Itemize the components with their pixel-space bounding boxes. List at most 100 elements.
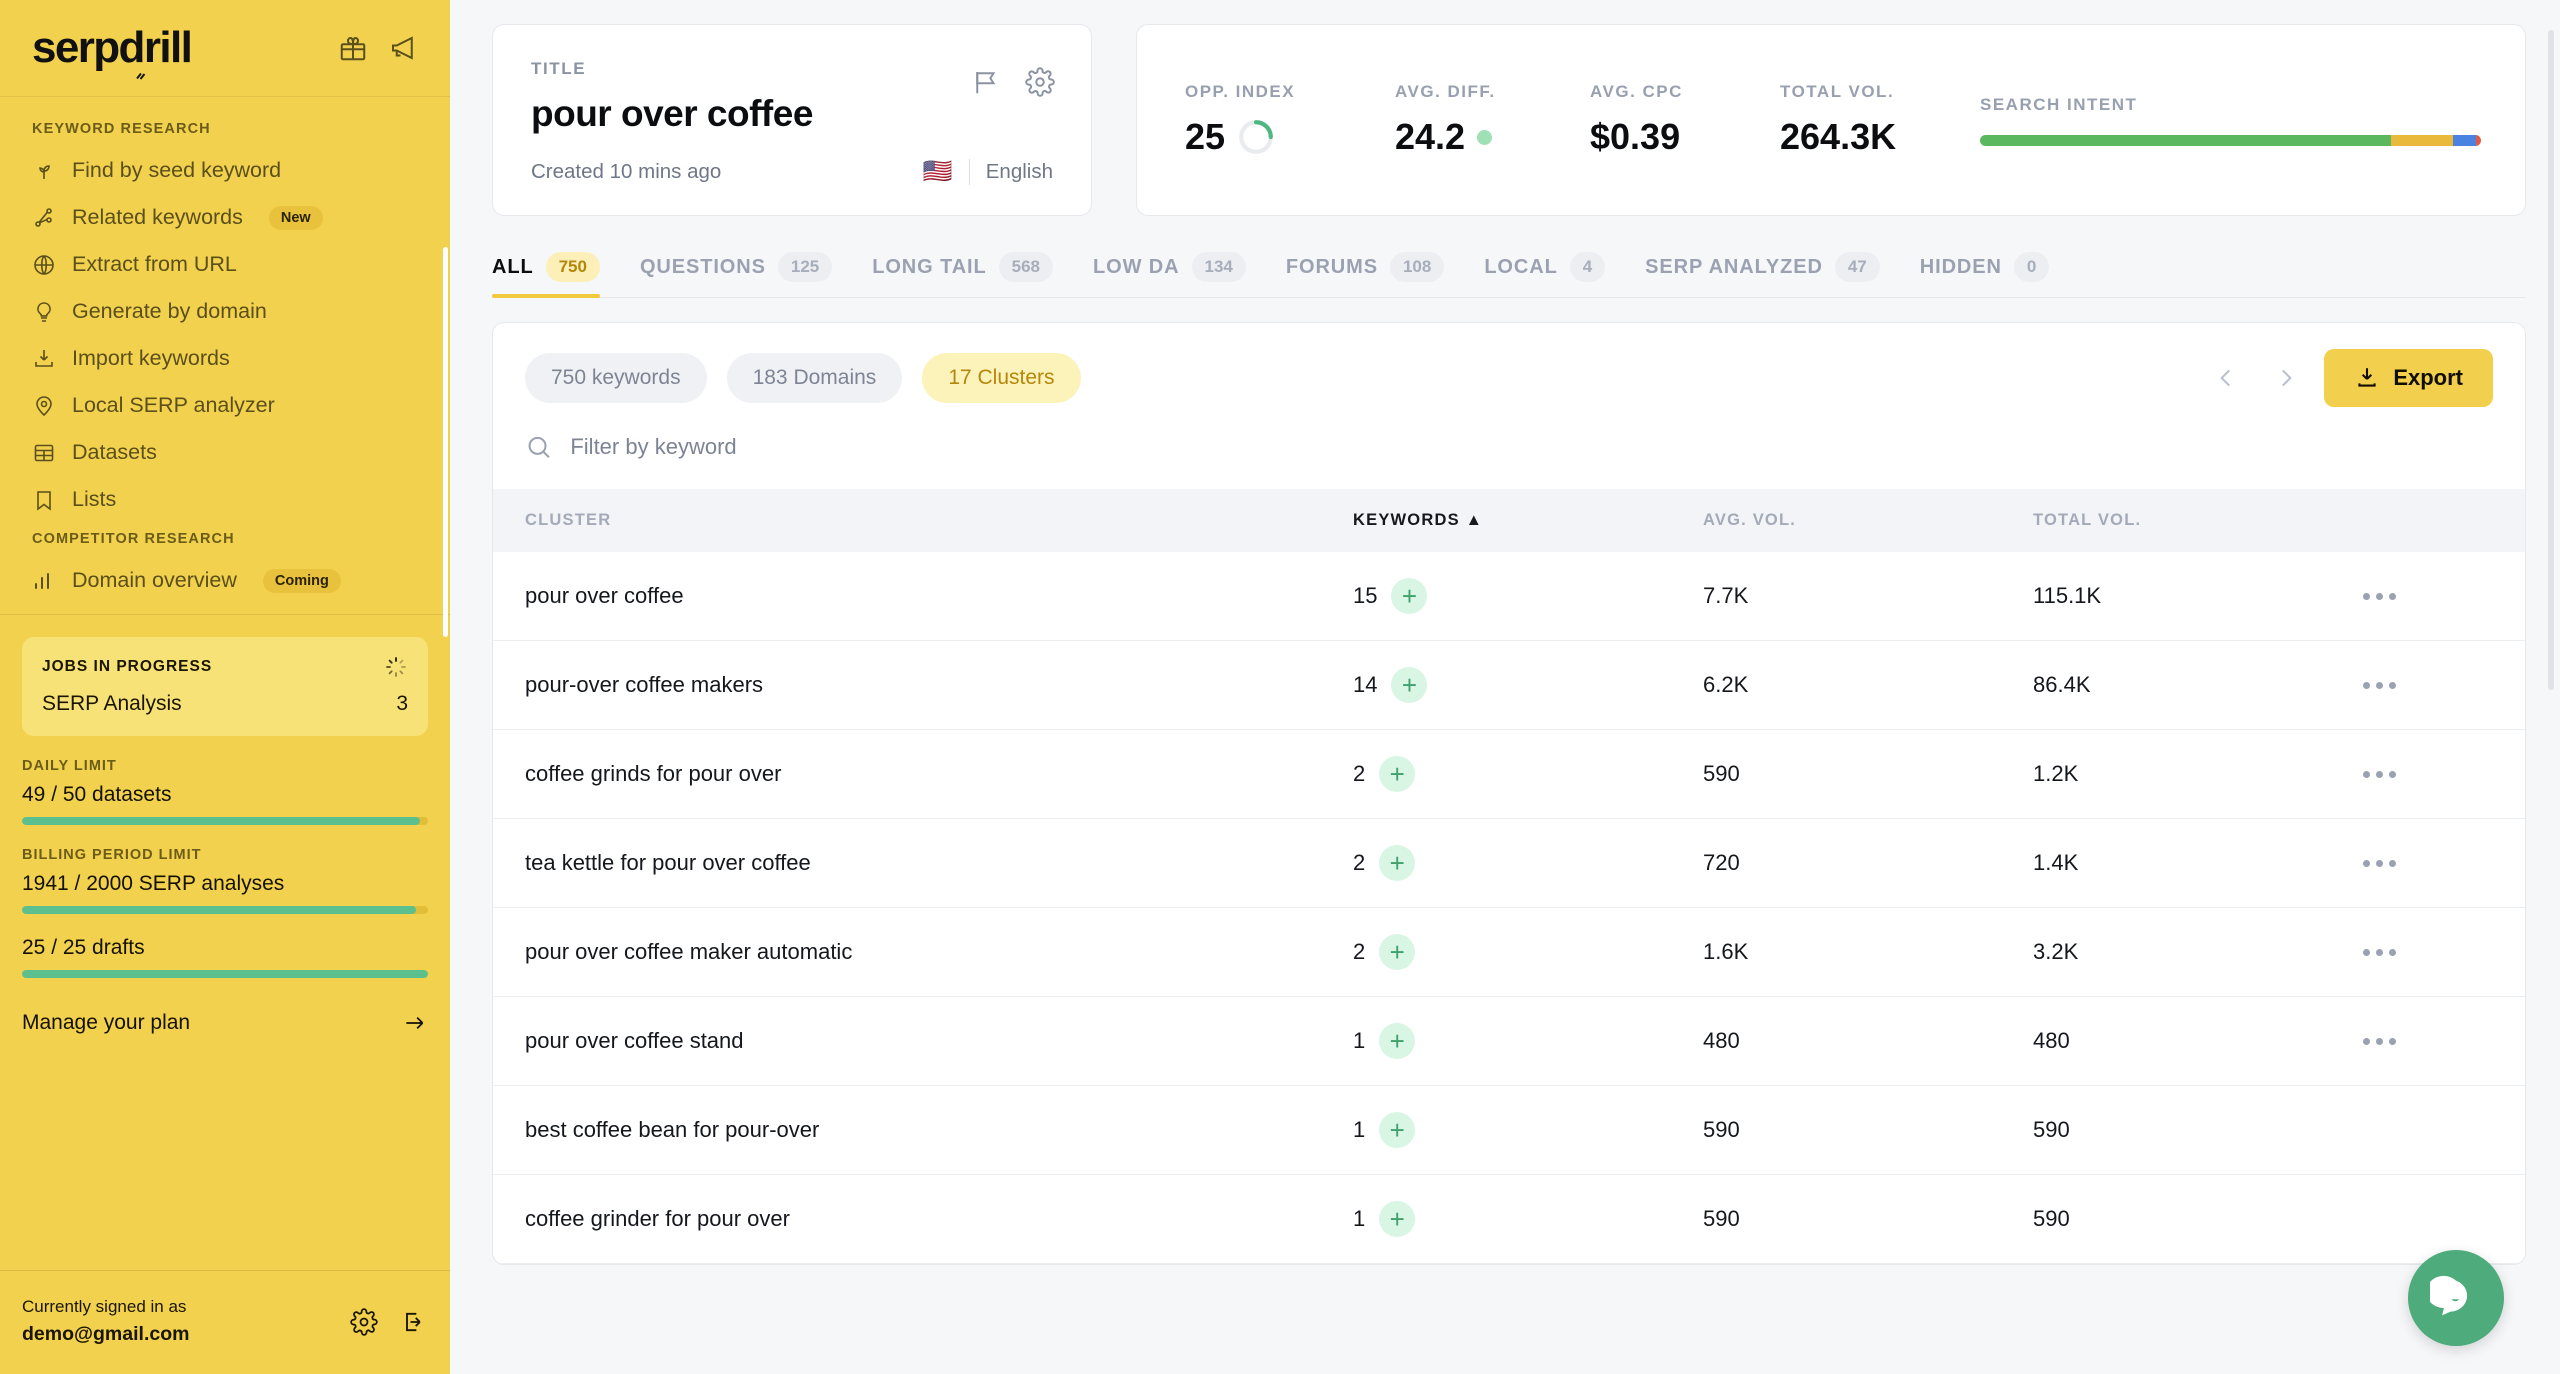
add-cluster-button[interactable]: +: [1379, 845, 1416, 881]
pagination-next-button[interactable]: [2264, 356, 2308, 400]
gear-icon[interactable]: [1025, 67, 1055, 97]
cell-actions: [2363, 640, 2525, 730]
add-cluster-button[interactable]: +: [1391, 578, 1428, 614]
column-header-keywords-label: KEYWORDS: [1353, 511, 1460, 529]
metric-total-vol: TOTAL VOL. 264.3K: [1780, 82, 1980, 158]
tab-questions[interactable]: QUESTIONS 125: [620, 252, 852, 298]
cell-keywords: 2 +: [1353, 729, 1703, 819]
tab-serp-analyzed[interactable]: SERP ANALYZED 47: [1625, 252, 1900, 298]
cell-total-vol: 115.1K: [2033, 552, 2363, 641]
keywords-count: 14: [1353, 672, 1378, 697]
add-cluster-button[interactable]: +: [1379, 1201, 1416, 1237]
sprout-icon: [39, 164, 50, 179]
column-header-cluster[interactable]: CLUSTER: [493, 489, 1353, 552]
panel-toolbar: 750 keywords 183 Domains 17 Clusters Exp…: [493, 323, 2525, 433]
row-menu-button[interactable]: [2363, 592, 2525, 600]
tab-all[interactable]: ALL 750: [492, 252, 620, 298]
tab-low-da[interactable]: LOW DA 134: [1073, 252, 1266, 298]
globe-icon: [34, 254, 54, 275]
flag-icon[interactable]: [971, 67, 1001, 97]
logout-icon[interactable]: [400, 1308, 428, 1336]
add-cluster-button[interactable]: +: [1379, 934, 1416, 970]
sidebar-item-datasets[interactable]: Datasets: [0, 429, 450, 476]
sidebar-item-extract-from-url[interactable]: Extract from URL: [0, 241, 450, 288]
app-logo[interactable]: serpdrill: [32, 23, 338, 80]
chevron-left-icon: [2220, 369, 2231, 387]
tab-hidden[interactable]: HIDDEN 0: [1900, 252, 2070, 298]
manage-plan-link[interactable]: Manage your plan: [0, 1000, 450, 1062]
row-menu-button[interactable]: [2363, 681, 2525, 689]
bar-chart-icon: [35, 572, 49, 589]
metric-label: TOTAL VOL.: [1780, 82, 1895, 101]
cell-avg-vol: 6.2K: [1703, 640, 2033, 730]
intent-segment-navigational: [2475, 134, 2481, 146]
cell-avg-vol: 590: [1703, 729, 2033, 819]
table-row[interactable]: pour over coffee stand 1 + 480 480: [493, 996, 2525, 1086]
tab-label: QUESTIONS: [639, 255, 766, 278]
table-row[interactable]: pour-over coffee makers 14 + 6.2K 86.4K: [493, 640, 2525, 730]
cell-keywords: 1 +: [1353, 996, 1703, 1086]
gear-icon[interactable]: [350, 1307, 378, 1336]
column-header-avg-vol[interactable]: AVG. VOL.: [1703, 489, 2033, 552]
chat-widget-button[interactable]: [2408, 1250, 2504, 1346]
cell-cluster: pour-over coffee makers: [493, 640, 1353, 730]
row-menu-button[interactable]: [2363, 859, 2525, 867]
column-header-total-vol[interactable]: TOTAL VOL.: [2033, 489, 2363, 552]
row-menu-button[interactable]: [2363, 948, 2525, 956]
tab-forums[interactable]: FORUMS 108: [1266, 252, 1464, 298]
add-cluster-button[interactable]: +: [1391, 667, 1428, 703]
metric-label: OPP. INDEX: [1185, 82, 1296, 101]
export-button[interactable]: Export: [2324, 349, 2493, 407]
signed-in-block: Currently signed in as demo@gmail.com: [22, 1295, 189, 1348]
table-row[interactable]: coffee grinder for pour over 1 + 590 590: [493, 1174, 2525, 1264]
pagination-prev-button[interactable]: [2204, 356, 2248, 400]
tab-long-tail[interactable]: LONG TAIL 568: [852, 252, 1073, 298]
tab-local[interactable]: LOCAL 4: [1464, 252, 1625, 298]
sidebar-item-import-keywords[interactable]: Import keywords: [0, 335, 450, 382]
keywords-count: 1: [1353, 1028, 1366, 1053]
add-cluster-button[interactable]: +: [1379, 1112, 1416, 1148]
metric-avg-diff: AVG. DIFF. 24.2: [1395, 82, 1590, 158]
chat-bubble-icon: [2430, 1275, 2468, 1316]
sidebar-item-label: Generate by domain: [72, 299, 267, 323]
sidebar-nav: KEYWORD RESEARCH Find by seed keyword Re…: [0, 97, 450, 1270]
table-row[interactable]: pour over coffee maker automatic 2 + 1.6…: [493, 907, 2525, 997]
sidebar-item-find-by-seed-keyword[interactable]: Find by seed keyword: [0, 147, 450, 194]
chip-clusters[interactable]: 17 Clusters: [922, 353, 1081, 403]
tab-count: 568: [998, 252, 1053, 282]
filter-input[interactable]: [570, 434, 2493, 460]
chip-domains[interactable]: 183 Domains: [726, 353, 903, 403]
add-cluster-button[interactable]: +: [1379, 1023, 1416, 1059]
megaphone-icon[interactable]: [388, 33, 418, 63]
cell-actions: [2363, 907, 2525, 997]
sidebar: serpdrill KEYWORD RESEARCH Find by seed …: [0, 0, 450, 1374]
sidebar-section-competitor-research: COMPETITOR RESEARCH: [32, 531, 235, 547]
language-indicator[interactable]: 🇺🇸 English: [923, 159, 1053, 185]
sidebar-item-related-keywords[interactable]: Related keywords New: [0, 194, 450, 241]
sidebar-item-domain-overview[interactable]: Domain overview Coming: [0, 557, 450, 604]
chip-keywords[interactable]: 750 keywords: [525, 353, 707, 403]
chevron-right-icon: [2282, 369, 2293, 387]
summary-cards: TITLE pour over coffee Created 10 mins a…: [492, 24, 2526, 216]
avg-cpc-value: $0.39: [1590, 116, 1681, 157]
column-header-keywords[interactable]: KEYWORDS ▲: [1353, 489, 1703, 552]
gift-icon[interactable]: [338, 33, 368, 63]
sidebar-item-lists[interactable]: Lists: [0, 476, 450, 523]
tab-count: 108: [1389, 252, 1445, 282]
add-cluster-button[interactable]: +: [1379, 756, 1416, 792]
drafts-limit-progress: [22, 970, 428, 978]
avg-diff-value: 24.2: [1395, 116, 1466, 157]
sidebar-item-local-serp-analyzer[interactable]: Local SERP analyzer: [0, 382, 450, 429]
table-row[interactable]: tea kettle for pour over coffee 2 + 720 …: [493, 818, 2525, 908]
table-row[interactable]: best coffee bean for pour-over 1 + 590 5…: [493, 1085, 2525, 1175]
tab-count: 47: [1834, 252, 1880, 282]
row-menu-button[interactable]: [2363, 1037, 2525, 1045]
table-row[interactable]: coffee grinds for pour over 2 + 590 1.2K: [493, 729, 2525, 819]
row-menu-button[interactable]: [2363, 770, 2525, 778]
sidebar-item-generate-by-domain[interactable]: Generate by domain: [0, 288, 450, 335]
cell-actions: [2363, 996, 2525, 1086]
metric-value-wrap: 24.2: [1395, 116, 1590, 158]
sidebar-scrollbar[interactable]: [443, 247, 448, 637]
main-scrollbar[interactable]: [2548, 30, 2554, 690]
table-row[interactable]: pour over coffee 15 + 7.7K 115.1K: [493, 552, 2525, 641]
